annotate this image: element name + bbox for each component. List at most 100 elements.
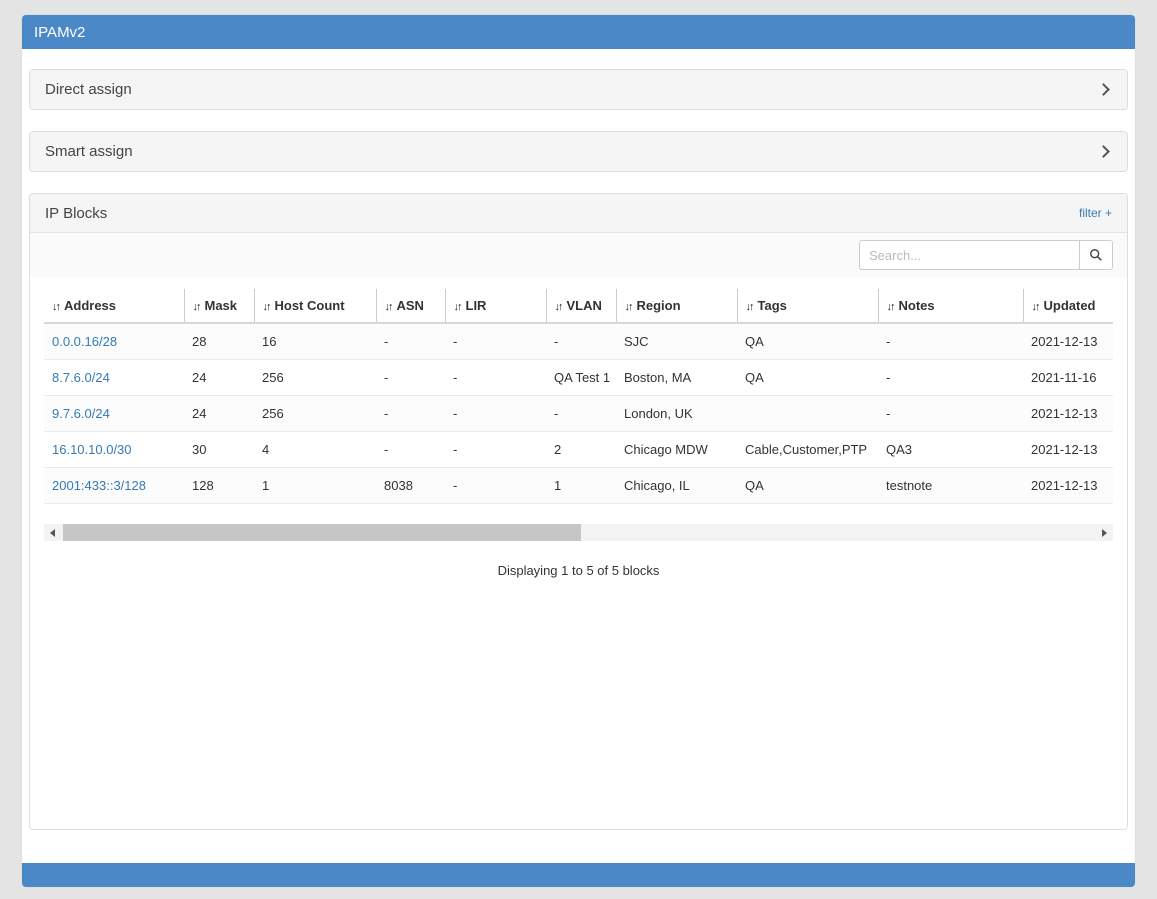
column-header[interactable]: Region xyxy=(616,289,737,323)
column-label: Address xyxy=(64,298,116,313)
address-link[interactable]: 9.7.6.0/24 xyxy=(52,406,110,421)
scroll-right-arrow[interactable] xyxy=(1096,524,1113,541)
cell-updated: 2021-11-16 xyxy=(1023,360,1113,396)
cell-asn: 8038 xyxy=(376,468,445,504)
cell-notes: - xyxy=(878,360,1023,396)
column-header[interactable]: Address xyxy=(44,289,184,323)
column-header[interactable]: Notes xyxy=(878,289,1023,323)
scroll-left-arrow[interactable] xyxy=(44,524,61,541)
panel-ip-blocks: IP Blocks filter + xyxy=(29,193,1128,830)
ip-blocks-table: Address Mask Host Count ASN LIR VLAN Reg… xyxy=(44,289,1113,504)
direct-assign-toggle[interactable]: Direct assign xyxy=(30,70,1127,109)
sort-icon xyxy=(193,301,200,313)
smart-assign-title: Smart assign xyxy=(45,143,133,160)
cell-updated: 2021-12-13 xyxy=(1023,432,1113,468)
cell-region: SJC xyxy=(616,323,737,360)
table-header-row: Address Mask Host Count ASN LIR VLAN Reg… xyxy=(44,289,1113,323)
cell-asn: - xyxy=(376,396,445,432)
column-header[interactable]: Mask xyxy=(184,289,254,323)
sort-icon xyxy=(625,301,632,313)
column-header[interactable]: VLAN xyxy=(546,289,616,323)
address-link[interactable]: 0.0.0.16/28 xyxy=(52,334,117,349)
cell-host-count: 16 xyxy=(254,323,376,360)
search-input[interactable] xyxy=(859,240,1079,270)
sort-icon xyxy=(385,301,392,313)
chevron-right-icon xyxy=(1097,83,1110,96)
left-triangle-icon xyxy=(50,529,55,537)
column-label: Updated xyxy=(1044,298,1096,313)
sort-icon xyxy=(263,301,270,313)
search-icon xyxy=(1089,248,1103,262)
cell-lir: - xyxy=(445,396,546,432)
right-triangle-icon xyxy=(1102,529,1107,537)
smart-assign-toggle[interactable]: Smart assign xyxy=(30,132,1127,171)
sort-icon xyxy=(52,301,59,313)
cell-region: London, UK xyxy=(616,396,737,432)
app-title: IPAMv2 xyxy=(34,24,85,41)
column-label: LIR xyxy=(466,298,487,313)
search-row xyxy=(30,233,1127,277)
column-label: Notes xyxy=(899,298,935,313)
sort-icon xyxy=(746,301,753,313)
ip-blocks-title: IP Blocks xyxy=(45,205,107,222)
cell-notes: - xyxy=(878,323,1023,360)
cell-updated: 2021-12-13 xyxy=(1023,396,1113,432)
table-row: 9.7.6.0/24 24 256 - - - London, UK - 202… xyxy=(44,396,1113,432)
column-header[interactable]: Updated xyxy=(1023,289,1113,323)
table-body: 0.0.0.16/28 28 16 - - - SJC QA - 2021-12… xyxy=(44,323,1113,504)
address-link[interactable]: 16.10.10.0/30 xyxy=(52,442,132,457)
table-row: 0.0.0.16/28 28 16 - - - SJC QA - 2021-12… xyxy=(44,323,1113,360)
cell-tags: QA xyxy=(737,468,878,504)
cell-lir: - xyxy=(445,360,546,396)
cell-asn: - xyxy=(376,432,445,468)
cell-host-count: 1 xyxy=(254,468,376,504)
sort-icon xyxy=(887,301,894,313)
cell-host-count: 256 xyxy=(254,396,376,432)
column-label: Tags xyxy=(758,298,787,313)
address-link[interactable]: 8.7.6.0/24 xyxy=(52,370,110,385)
cell-lir: - xyxy=(445,468,546,504)
column-label: VLAN xyxy=(567,298,602,313)
address-link[interactable]: 2001:433::3/128 xyxy=(52,478,146,493)
cell-mask: 128 xyxy=(184,468,254,504)
column-label: Region xyxy=(637,298,681,313)
column-header[interactable]: LIR xyxy=(445,289,546,323)
cell-lir: - xyxy=(445,323,546,360)
cell-region: Boston, MA xyxy=(616,360,737,396)
app-header: IPAMv2 xyxy=(22,15,1135,49)
cell-updated: 2021-12-13 xyxy=(1023,323,1113,360)
cell-region: Chicago MDW xyxy=(616,432,737,468)
footer-bar xyxy=(22,863,1135,887)
column-header[interactable]: Tags xyxy=(737,289,878,323)
column-header[interactable]: ASN xyxy=(376,289,445,323)
column-label: ASN xyxy=(397,298,424,313)
search-group xyxy=(859,240,1113,270)
ip-blocks-heading: IP Blocks filter + xyxy=(30,194,1127,233)
cell-mask: 24 xyxy=(184,360,254,396)
cell-tags: QA xyxy=(737,323,878,360)
cell-updated: 2021-12-13 xyxy=(1023,468,1113,504)
search-button[interactable] xyxy=(1079,240,1113,270)
cell-notes: testnote xyxy=(878,468,1023,504)
column-header[interactable]: Host Count xyxy=(254,289,376,323)
filter-link[interactable]: filter + xyxy=(1079,206,1112,220)
horizontal-scrollbar[interactable] xyxy=(44,524,1113,541)
cell-address: 0.0.0.16/28 xyxy=(44,323,184,360)
cell-vlan: - xyxy=(546,323,616,360)
column-label: Host Count xyxy=(275,298,345,313)
cell-host-count: 256 xyxy=(254,360,376,396)
table-row: 2001:433::3/128 128 1 8038 - 1 Chicago, … xyxy=(44,468,1113,504)
sort-icon xyxy=(454,301,461,313)
cell-asn: - xyxy=(376,360,445,396)
cell-vlan: 2 xyxy=(546,432,616,468)
cell-notes: QA3 xyxy=(878,432,1023,468)
panel-direct-assign: Direct assign xyxy=(29,69,1128,110)
cell-vlan: 1 xyxy=(546,468,616,504)
scrollbar-thumb[interactable] xyxy=(63,524,581,541)
cell-host-count: 4 xyxy=(254,432,376,468)
sort-icon xyxy=(1032,301,1039,313)
cell-asn: - xyxy=(376,323,445,360)
ipam-window: IPAMv2 Direct assign Smart assign IP Blo… xyxy=(22,15,1135,887)
chevron-right-icon xyxy=(1097,145,1110,158)
column-label: Mask xyxy=(205,298,238,313)
